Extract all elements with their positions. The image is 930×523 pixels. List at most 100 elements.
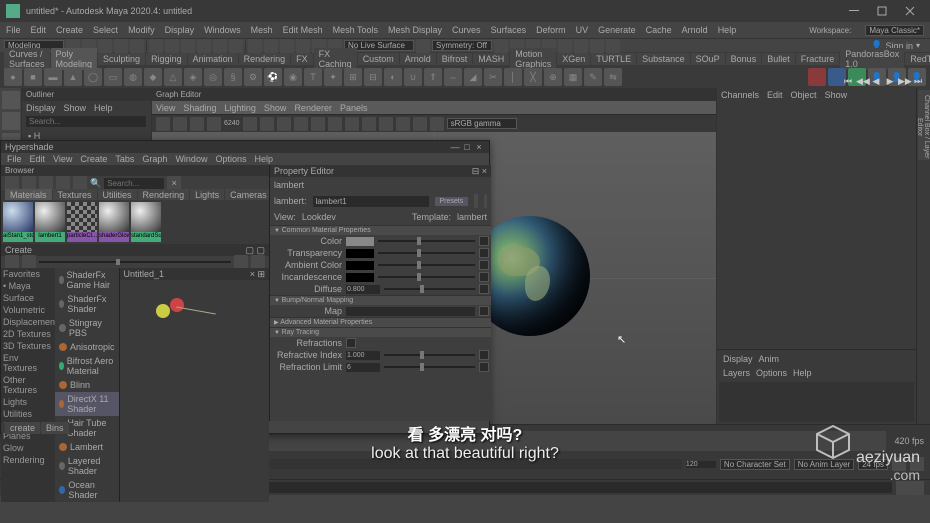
select-tool-icon[interactable] xyxy=(149,39,163,53)
transparency-swatch[interactable] xyxy=(346,249,374,258)
layer-tab-display[interactable]: Display xyxy=(723,354,753,364)
poly-plane-icon[interactable]: ▭ xyxy=(104,68,122,86)
poly-pipe-icon[interactable]: ◎ xyxy=(204,68,222,86)
hyp-tool-icon[interactable] xyxy=(22,176,36,190)
smooth-icon[interactable]: ◐ xyxy=(384,68,402,86)
shelf-tab[interactable]: TURTLE xyxy=(591,53,636,65)
window-maximize-button[interactable] xyxy=(868,2,896,20)
menu-mesh-display[interactable]: Mesh Display xyxy=(388,25,442,35)
redo-icon[interactable] xyxy=(130,39,144,53)
section-raytrace[interactable]: Ray Tracing xyxy=(270,327,491,337)
menu-create[interactable]: Create xyxy=(56,25,83,35)
focus-icon[interactable] xyxy=(484,194,487,208)
save-scene-icon[interactable] xyxy=(98,39,112,53)
menu-mesh[interactable]: Mesh xyxy=(251,25,273,35)
hyp-menu-file[interactable]: File xyxy=(7,154,22,164)
vp-menu-renderer[interactable]: Renderer xyxy=(294,103,332,113)
vp-menu-shading[interactable]: Shading xyxy=(183,103,216,113)
refr-index-slider[interactable] xyxy=(384,354,475,356)
lasso-tool-button[interactable] xyxy=(2,112,20,130)
menu-edit[interactable]: Edit xyxy=(31,25,47,35)
poly-platonic-icon[interactable]: ◆ xyxy=(144,68,162,86)
move-tool-icon[interactable] xyxy=(197,39,211,53)
poly-pyramid-icon[interactable]: △ xyxy=(164,68,182,86)
separate-icon[interactable]: ⊟ xyxy=(364,68,382,86)
incandescence-slider[interactable] xyxy=(378,276,475,278)
scale-tool-icon[interactable] xyxy=(229,39,243,53)
refractions-checkbox[interactable] xyxy=(346,338,356,348)
menu-edit-mesh[interactable]: Edit Mesh xyxy=(283,25,323,35)
vp-icon[interactable] xyxy=(345,117,359,131)
vp-icon[interactable] xyxy=(362,117,376,131)
cb-menu-show[interactable]: Show xyxy=(825,90,848,100)
material-swatch[interactable]: shaderGlow1 xyxy=(99,202,129,242)
diffuse-slider[interactable] xyxy=(384,288,475,290)
poly-helix-icon[interactable]: § xyxy=(224,68,242,86)
material-swatch[interactable]: lambert1 xyxy=(35,202,65,242)
hyp-search-input[interactable] xyxy=(104,178,164,189)
map-button[interactable] xyxy=(479,350,489,360)
incandescence-swatch[interactable] xyxy=(346,273,374,282)
presets-button[interactable]: Presets xyxy=(435,197,469,206)
outliner-menu-display[interactable]: Display xyxy=(26,103,56,113)
shelf-tab[interactable]: Bifrost xyxy=(437,53,473,65)
category-list[interactable]: Favorites • Maya Surface Volumetric Disp… xyxy=(1,268,55,502)
layer-menu-help[interactable]: Help xyxy=(793,368,812,378)
shelf-tab[interactable]: Curves / Surfaces xyxy=(4,48,50,70)
outliner-search[interactable] xyxy=(26,116,146,127)
shelf-tab[interactable]: RedTail xyxy=(905,53,930,65)
menu-display[interactable]: Display xyxy=(165,25,195,35)
shader-item[interactable]: Stingray PBS xyxy=(55,316,119,340)
material-swatch[interactable]: standardSu... xyxy=(131,202,161,242)
vp-icon[interactable] xyxy=(156,117,170,131)
map-button[interactable] xyxy=(479,260,489,270)
hyp-tool-icon[interactable] xyxy=(5,176,19,190)
step-fwd-icon[interactable]: ▶▶ xyxy=(898,76,910,88)
shelf-tab[interactable]: Bonus xyxy=(726,53,762,65)
poly-cube-icon[interactable]: ■ xyxy=(24,68,42,86)
material-swatch[interactable]: aiStan1_std xyxy=(3,202,33,242)
vp-icon[interactable] xyxy=(430,117,444,131)
section-advanced[interactable]: Advanced Material Properties xyxy=(270,317,491,327)
color-slider[interactable] xyxy=(378,240,475,242)
symmetry-dropdown[interactable]: Symmetry: Off xyxy=(432,40,492,51)
shelf-tab[interactable]: Animation xyxy=(188,53,238,65)
shader-node[interactable] xyxy=(156,304,170,318)
quad-draw-icon[interactable]: ▦ xyxy=(564,68,582,86)
snap-curve-icon[interactable] xyxy=(264,39,278,53)
hyp-minimize-button[interactable]: — xyxy=(449,142,461,152)
panel-layout2-icon[interactable] xyxy=(590,39,604,53)
hyp-menu-help[interactable]: Help xyxy=(254,154,273,164)
menu-help[interactable]: Help xyxy=(718,25,737,35)
hyp-opts-icon[interactable] xyxy=(234,255,248,269)
shader-item[interactable]: Ocean Shader xyxy=(55,478,119,502)
transparency-slider[interactable] xyxy=(378,252,475,254)
menu-deform[interactable]: Deform xyxy=(536,25,566,35)
shader-item[interactable]: ShaderFx Shader xyxy=(55,292,119,316)
poly-prism-icon[interactable]: ◈ xyxy=(184,68,202,86)
shader-item[interactable]: DirectX 11 Shader xyxy=(55,392,119,416)
undo-icon[interactable] xyxy=(114,39,128,53)
toolbox-icon[interactable] xyxy=(808,68,826,86)
material-swatch[interactable]: particleCl... xyxy=(67,202,97,242)
shelf-tab[interactable]: MASH xyxy=(473,53,509,65)
combine-icon[interactable]: ⊞ xyxy=(344,68,362,86)
extrude-icon[interactable]: ⇑ xyxy=(424,68,442,86)
graph-tab[interactable]: Untitled_1 × ⊞ xyxy=(120,268,269,280)
diffuse-input[interactable] xyxy=(346,285,380,294)
hyp-list-icon[interactable] xyxy=(5,255,19,269)
prop-pin-icon[interactable]: ⊟ × xyxy=(472,166,487,176)
hyp-tool-icon[interactable] xyxy=(39,176,53,190)
shelf-tab[interactable]: XGen xyxy=(557,53,590,65)
multicut-icon[interactable]: ✂ xyxy=(484,68,502,86)
hyp-tool-icon[interactable] xyxy=(56,176,70,190)
panel-layout3-icon[interactable] xyxy=(606,39,620,53)
target-weld-icon[interactable]: ⊕ xyxy=(544,68,562,86)
vp-icon[interactable] xyxy=(173,117,187,131)
menu-surfaces[interactable]: Surfaces xyxy=(491,25,527,35)
step-back-icon[interactable]: ◀◀ xyxy=(856,76,868,88)
material-name-input[interactable] xyxy=(313,196,429,207)
menu-select[interactable]: Select xyxy=(93,25,118,35)
vp-menu-panels[interactable]: Panels xyxy=(340,103,368,113)
ambient-slider[interactable] xyxy=(378,264,475,266)
